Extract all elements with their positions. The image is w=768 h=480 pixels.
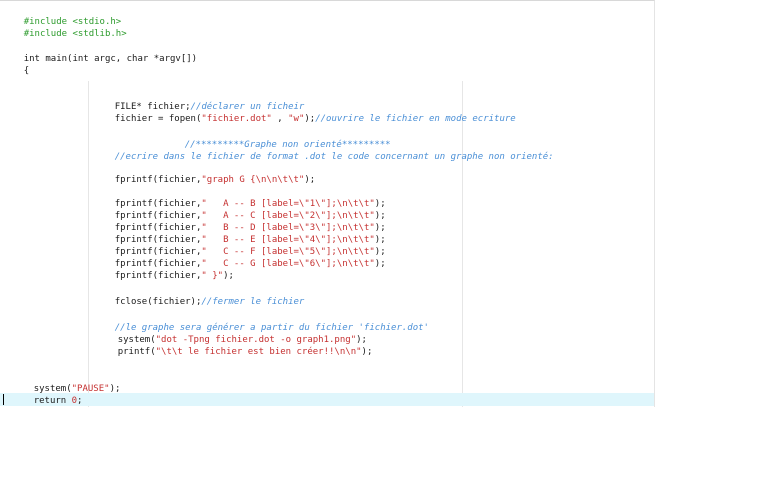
code-text: ); xyxy=(361,347,373,357)
code-text: return xyxy=(33,396,72,406)
code-text: ); xyxy=(304,175,316,185)
code-text: fichier = fopen( xyxy=(114,114,202,124)
code-line-open-brace[interactable]: { xyxy=(2,53,29,89)
string-literal: "fichier.dot" xyxy=(201,114,272,124)
text-cursor xyxy=(3,394,4,405)
code-text: ); xyxy=(304,114,316,124)
code-line-printf[interactable]: printf("\t\t le fichier est bien créer!!… xyxy=(96,334,373,370)
code-text: int main(int argc, char *argv[]) xyxy=(23,54,198,64)
code-comment: //fermer le fichier xyxy=(201,297,305,307)
code-comment: //ouvrire le fichier en mode ecriture xyxy=(315,114,516,124)
code-text: fclose(fichier); xyxy=(114,297,202,307)
code-text: , xyxy=(271,114,289,124)
preprocessor-directive: #include <stdlib.h> xyxy=(23,29,127,39)
code-text: ); xyxy=(223,271,234,281)
code-text: fprintf(fichier, xyxy=(114,271,202,281)
code-comment: //ecrire dans le fichier de format .dot … xyxy=(114,152,554,162)
string-literal: " }" xyxy=(201,271,224,281)
indent-guide xyxy=(88,81,89,407)
code-text: ); xyxy=(109,384,121,394)
string-literal: "graph G {\n\n\t\t" xyxy=(201,175,305,185)
code-text: ; xyxy=(77,396,83,406)
string-literal: "w" xyxy=(288,114,305,124)
code-text: { xyxy=(23,66,30,76)
code-text: printf( xyxy=(117,347,156,357)
code-text: ); xyxy=(374,259,386,269)
code-line-close-brace[interactable]: } xyxy=(2,395,29,407)
code-editor[interactable]: #include <stdio.h> #include <stdlib.h> i… xyxy=(0,0,655,407)
code-text: fprintf(fichier, xyxy=(114,175,202,185)
string-literal: "\t\t le fichier est bien créer!!\n\n" xyxy=(155,347,362,357)
code-line-main-signature[interactable]: int main(int argc, char *argv[]) xyxy=(2,41,197,77)
